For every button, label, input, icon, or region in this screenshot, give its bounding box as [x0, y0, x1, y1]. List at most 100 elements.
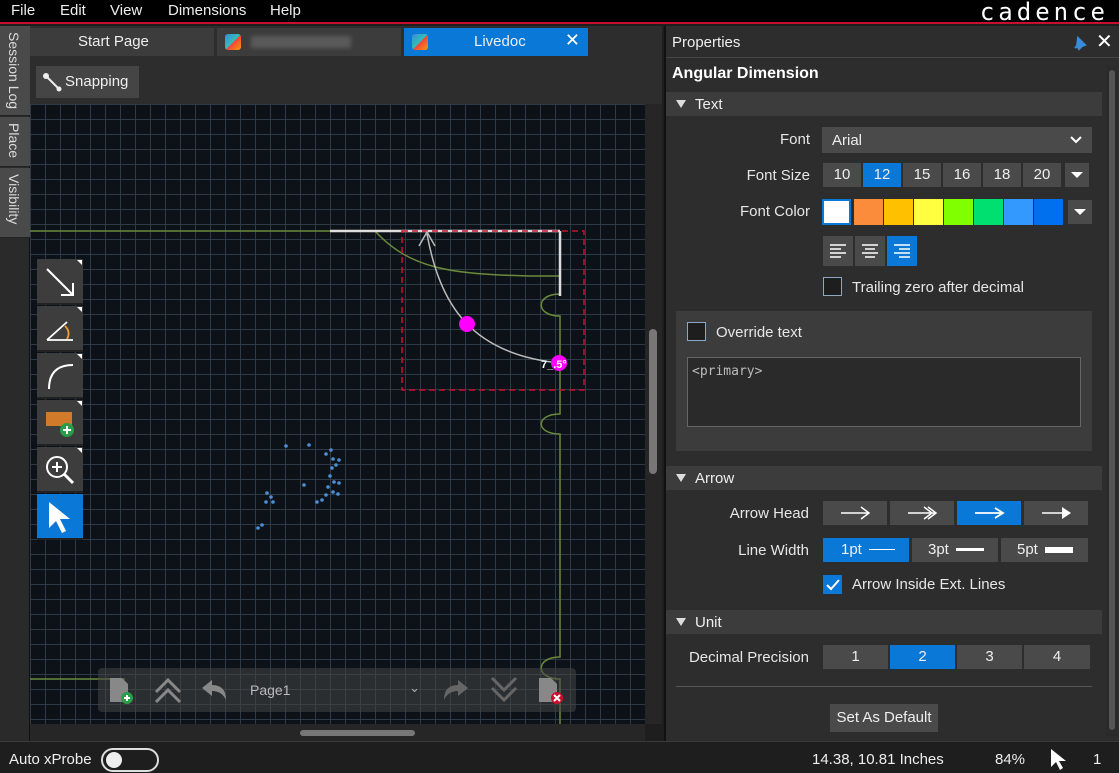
close-icon[interactable]: ✕	[565, 30, 580, 51]
arrow-dimension-icon	[46, 268, 74, 296]
tab-livedoc[interactable]: Livedoc ✕	[404, 28, 588, 56]
delete-page-icon[interactable]	[534, 674, 566, 706]
arrow-section-header[interactable]: Arrow	[666, 466, 1102, 490]
arrow-inside-ext-checkbox[interactable]	[823, 575, 842, 594]
double-arrow-icon	[908, 506, 938, 520]
font-dropdown[interactable]: Arial	[822, 127, 1092, 153]
open-arrow-icon	[841, 506, 871, 520]
font-size-option[interactable]: 12	[863, 163, 901, 187]
snapping-icon	[43, 73, 62, 92]
menu-help[interactable]: Help	[270, 2, 301, 19]
dimension-label[interactable]: 7_.5°	[541, 359, 567, 371]
side-tab-session-log[interactable]: Session Log	[0, 26, 30, 116]
font-color-more-button[interactable]	[1068, 200, 1092, 224]
add-page-icon[interactable]	[104, 674, 136, 706]
color-swatch[interactable]	[1004, 199, 1033, 225]
color-swatch[interactable]	[884, 199, 913, 225]
menu-view[interactable]: View	[110, 2, 142, 19]
unit-section-header[interactable]: Unit	[666, 610, 1102, 634]
side-tab-visibility[interactable]: Visibility	[0, 168, 30, 238]
precision-option[interactable]: 1	[823, 645, 888, 669]
first-page-icon[interactable]	[152, 674, 184, 706]
menu-bar: File Edit View Dimensions Help cadence	[0, 0, 1119, 26]
dimension-handle[interactable]	[459, 316, 475, 332]
canvas-horizontal-scrollbar[interactable]	[30, 724, 645, 741]
precision-option[interactable]: 2	[890, 645, 955, 669]
arrow-head-option[interactable]	[957, 501, 1021, 525]
line-width-option[interactable]: 1pt	[823, 538, 909, 562]
align-right-button[interactable]	[887, 236, 917, 266]
font-size-option[interactable]: 20	[1023, 163, 1061, 187]
last-page-icon[interactable]	[488, 674, 520, 706]
override-text-panel: Override text <primary>	[676, 311, 1092, 451]
color-swatch[interactable]	[974, 199, 1003, 225]
pin-icon[interactable]	[1071, 34, 1089, 52]
font-size-option[interactable]: 10	[823, 163, 861, 187]
precision-option[interactable]: 4	[1024, 645, 1090, 669]
add-frame-icon	[46, 412, 74, 437]
angular-dimension-tool[interactable]	[37, 306, 83, 352]
tab-start-page[interactable]: Start Page	[30, 28, 214, 56]
tab-document-blurred[interactable]	[217, 28, 401, 56]
line-width-option[interactable]: 5pt	[1001, 538, 1088, 562]
menu-edit[interactable]: Edit	[60, 2, 86, 19]
select-tool[interactable]	[37, 494, 83, 540]
color-swatch[interactable]	[854, 199, 883, 225]
arrow-head-option[interactable]	[823, 501, 887, 525]
text-section-header[interactable]: Text	[666, 92, 1102, 116]
precision-option[interactable]: 3	[957, 645, 1022, 669]
align-left-button[interactable]	[823, 236, 853, 266]
properties-panel: Properties ✕ Angular Dimension Text Font…	[664, 26, 1119, 741]
decimal-precision-group: 1 2 3 4	[823, 645, 1091, 669]
arrow-head-option[interactable]	[890, 501, 954, 525]
arc-dimension-tool[interactable]	[37, 353, 83, 399]
menu-dimensions[interactable]: Dimensions	[168, 2, 246, 19]
color-swatch[interactable]	[914, 199, 943, 225]
color-swatch[interactable]	[822, 199, 851, 225]
auto-xprobe-toggle[interactable]	[101, 748, 159, 772]
line-arrow-icon	[975, 507, 1005, 519]
font-size-option[interactable]: 18	[983, 163, 1021, 187]
arrow-head-label: Arrow Head	[729, 505, 809, 522]
drawing-canvas[interactable]: 7_.5°	[30, 104, 645, 724]
page-navigation-bar: Page1 ⌄	[98, 668, 576, 712]
dimension-tool-palette	[37, 259, 83, 544]
font-size-option[interactable]: 15	[903, 163, 941, 187]
canvas-toolstrip: Snapping	[30, 56, 662, 104]
font-size-option[interactable]: 16	[943, 163, 981, 187]
close-icon[interactable]: ✕	[1096, 29, 1113, 54]
menu-file[interactable]: File	[11, 2, 35, 19]
collapse-arrow-icon	[676, 474, 686, 482]
properties-scrollbar[interactable]	[1106, 66, 1118, 736]
snapping-button[interactable]: Snapping	[36, 66, 139, 98]
color-swatch[interactable]	[944, 199, 973, 225]
linear-dimension-tool[interactable]	[37, 259, 83, 305]
align-center-button[interactable]	[855, 236, 885, 266]
scroll-thumb[interactable]	[649, 329, 657, 474]
override-text-input[interactable]: <primary>	[687, 357, 1081, 427]
redo-icon[interactable]	[440, 674, 472, 706]
arrow-head-option[interactable]	[1024, 501, 1088, 525]
zoom-tool[interactable]	[37, 447, 83, 493]
page-selector[interactable]: Page1 ⌄	[240, 680, 430, 702]
component-dots	[256, 443, 341, 530]
override-text-checkbox[interactable]	[687, 322, 706, 341]
dropdown-arrow-icon	[1071, 172, 1083, 178]
side-tab-place[interactable]: Place	[0, 117, 30, 167]
line-sample	[956, 548, 984, 551]
chevron-down-icon: ⌄	[409, 680, 420, 695]
scroll-thumb[interactable]	[1109, 70, 1115, 730]
color-swatch[interactable]	[1034, 199, 1063, 225]
trailing-zero-checkbox[interactable]	[823, 277, 842, 296]
canvas-vertical-scrollbar[interactable]	[645, 104, 662, 724]
font-size-more-button[interactable]	[1065, 163, 1089, 187]
scroll-thumb[interactable]	[300, 730, 415, 736]
line-width-option[interactable]: 3pt	[912, 538, 998, 562]
undo-icon[interactable]	[198, 674, 230, 706]
add-frame-tool[interactable]	[37, 400, 83, 446]
set-as-default-button[interactable]: Set As Default	[830, 704, 938, 732]
toggle-knob	[106, 752, 122, 768]
arrow-inside-ext-label: Arrow Inside Ext. Lines	[852, 576, 1006, 593]
expand-indicator-icon	[77, 401, 82, 406]
arrow-head-group	[823, 501, 1091, 525]
